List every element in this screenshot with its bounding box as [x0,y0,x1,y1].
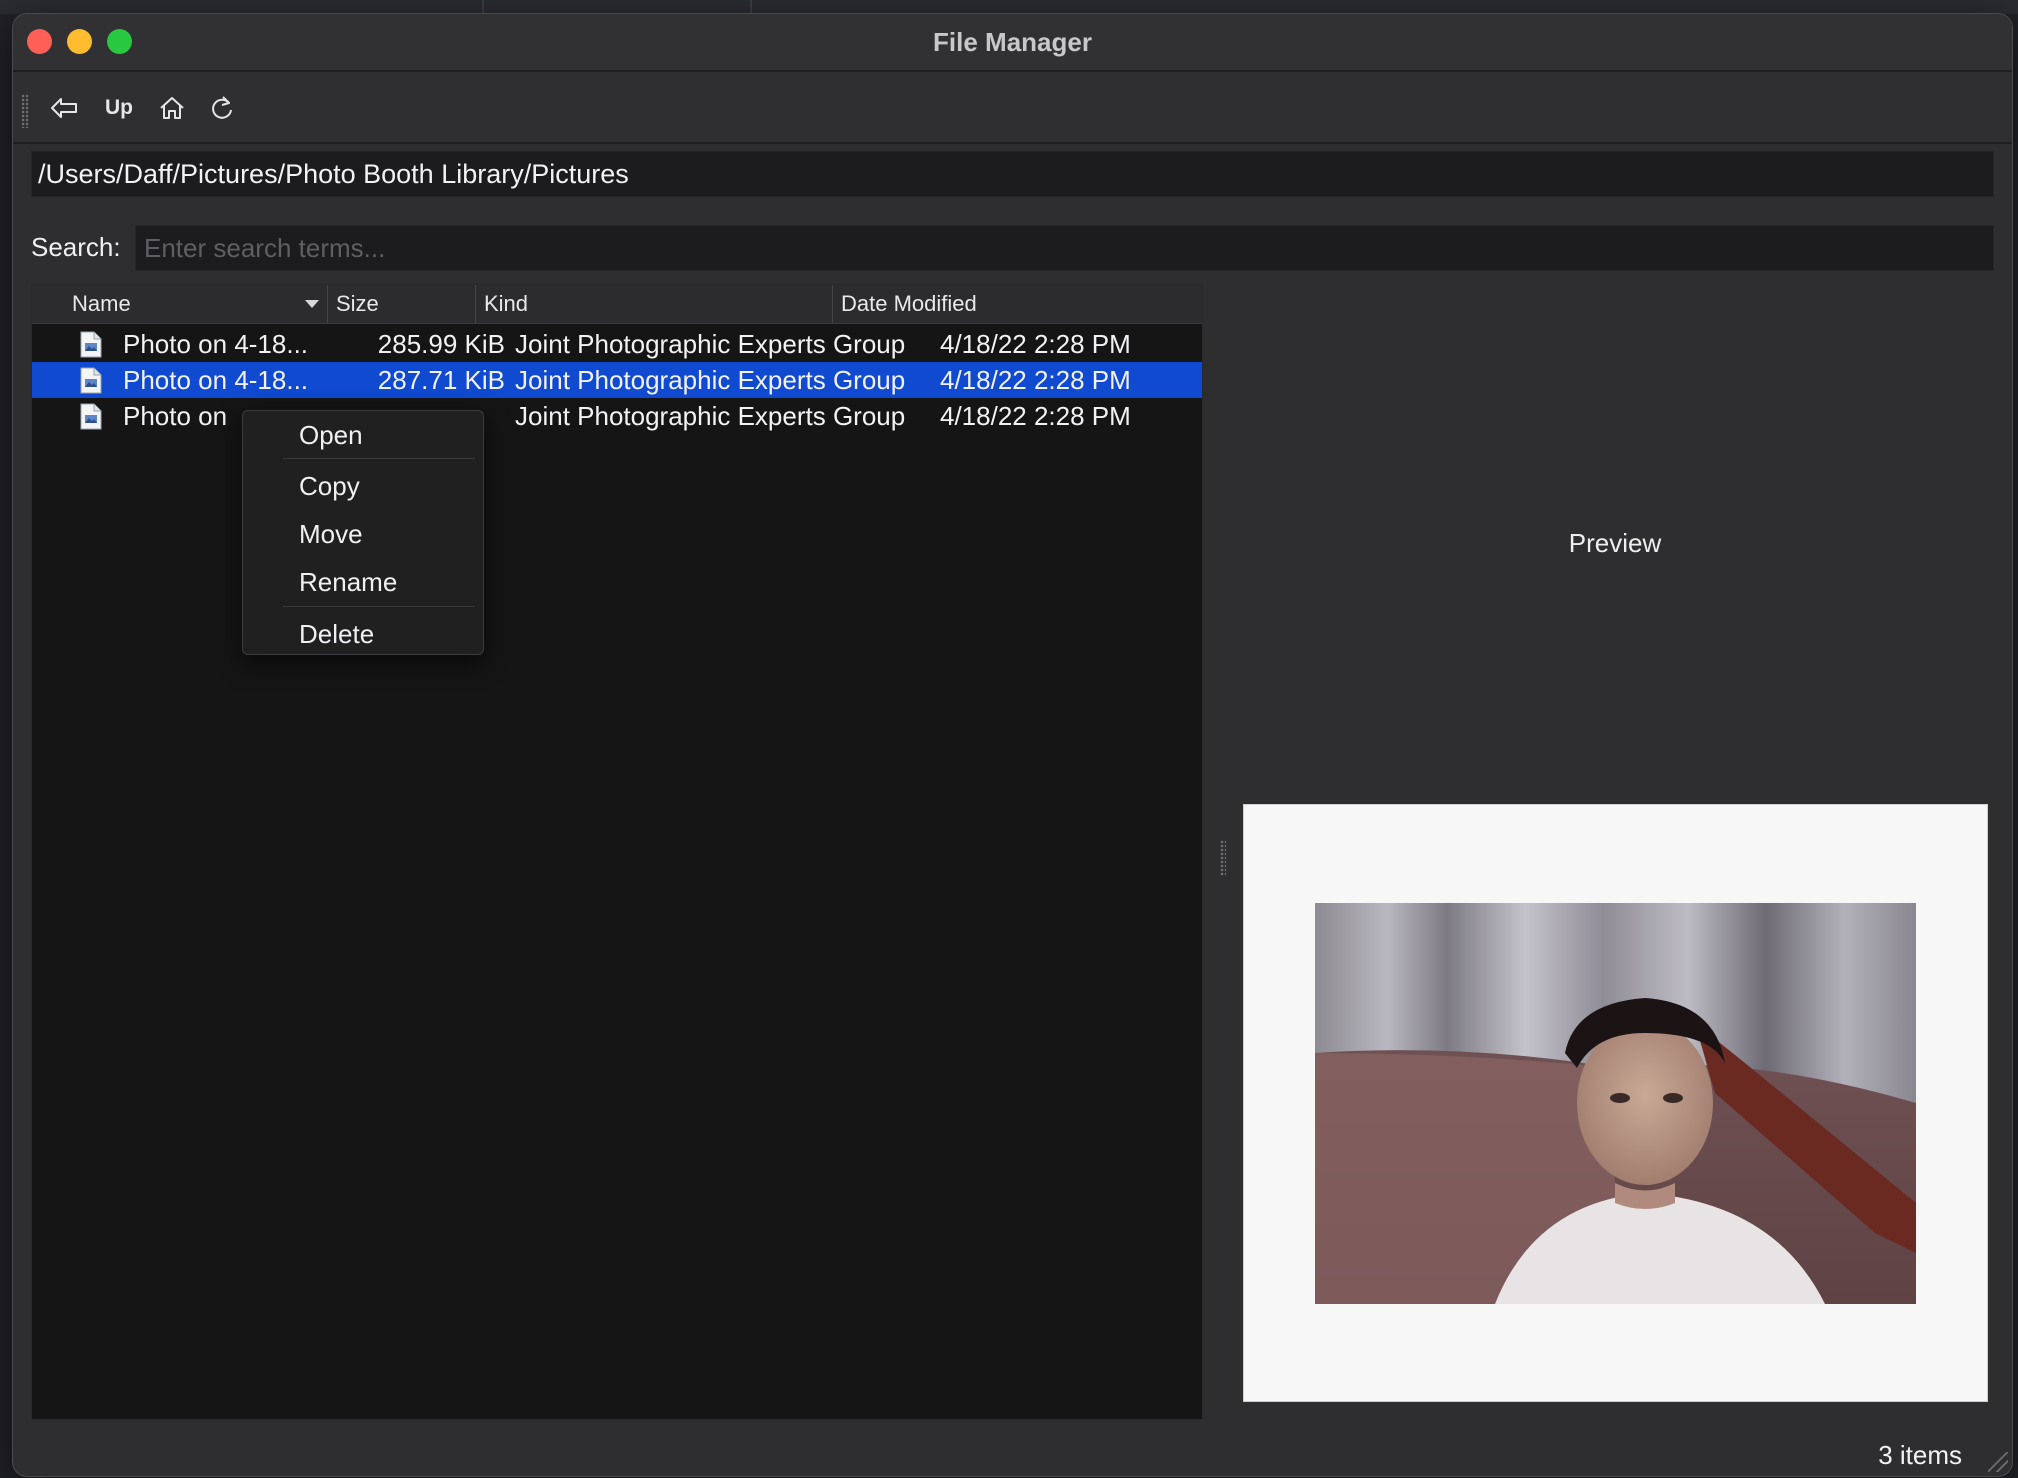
image-file-icon [80,331,102,358]
column-header-size[interactable]: Size [328,285,476,323]
column-header-kind[interactable]: Kind [476,285,833,323]
table-row[interactable]: Photo on Joint Photographic Experts Grou… [32,398,1202,434]
file-name: Photo on 4-18... [123,329,309,359]
home-icon [159,96,185,120]
file-date-modified: 4/18/22 2:28 PM [940,365,1131,395]
background-divider [482,0,484,14]
file-name: Photo on 4-18... [123,365,309,395]
splitter-handle[interactable] [1220,840,1226,876]
toolbar: Up [13,72,2012,144]
file-list-header: Name Size Kind Date Modified [32,285,1202,324]
refresh-button[interactable] [203,84,241,132]
preview-panel [1243,804,1988,1402]
search-label: Search: [31,232,121,262]
item-count: 3 items [1878,1440,1962,1470]
image-file-icon [80,403,102,430]
up-button[interactable]: Up [97,84,141,132]
file-list[interactable]: Name Size Kind Date Modified Photo on 4-… [31,284,1203,1420]
image-file-icon [80,367,102,394]
table-row[interactable]: Photo on 4-18... 285.99 KiB Joint Photog… [32,326,1202,362]
refresh-icon [209,94,235,122]
back-arrow-icon [50,97,78,119]
context-menu: Open Copy Move Rename Delete [242,410,484,655]
context-menu-rename[interactable]: Rename [243,562,483,602]
path-field[interactable]: /Users/Daff/Pictures/Photo Booth Library… [31,151,1994,197]
context-menu-move[interactable]: Move [243,514,483,554]
menu-divider [283,606,475,607]
context-menu-delete[interactable]: Delete [243,614,483,654]
file-size: 287.71 KiB [377,365,505,395]
search-input[interactable] [135,225,1994,271]
column-header-name[interactable]: Name [32,285,328,323]
context-menu-open[interactable]: Open [243,415,483,455]
sort-descending-icon [305,300,319,308]
file-kind: Joint Photographic Experts Group [515,401,906,431]
resize-grip-handle[interactable] [1988,1452,2008,1472]
file-date-modified: 4/18/22 2:28 PM [940,329,1131,359]
background-divider [750,0,752,14]
back-button[interactable] [47,84,81,132]
title-bar: File Manager [13,14,2012,72]
file-manager-window: File Manager Up /Users/Daff/Pictures/Pho… [13,14,2012,1476]
context-menu-copy[interactable]: Copy [243,466,483,506]
status-bar: 3 items [13,1434,2012,1476]
file-kind: Joint Photographic Experts Group [515,365,906,395]
preview-label: Preview [1568,528,1662,558]
window-title: File Manager [933,27,1092,57]
table-row-selected[interactable]: Photo on 4-18... 287.71 KiB Joint Photog… [32,362,1202,398]
toolbar-grip-handle[interactable] [21,94,29,128]
background-window-strip [0,0,2018,14]
column-header-name-label: Name [72,291,131,316]
file-date-modified: 4/18/22 2:28 PM [940,401,1131,431]
column-header-date-modified[interactable]: Date Modified [833,285,1202,323]
file-kind: Joint Photographic Experts Group [515,329,906,359]
preview-photo [1315,903,1916,1304]
file-size: 285.99 KiB [377,329,505,359]
home-button[interactable] [153,84,191,132]
menu-divider [283,458,475,459]
